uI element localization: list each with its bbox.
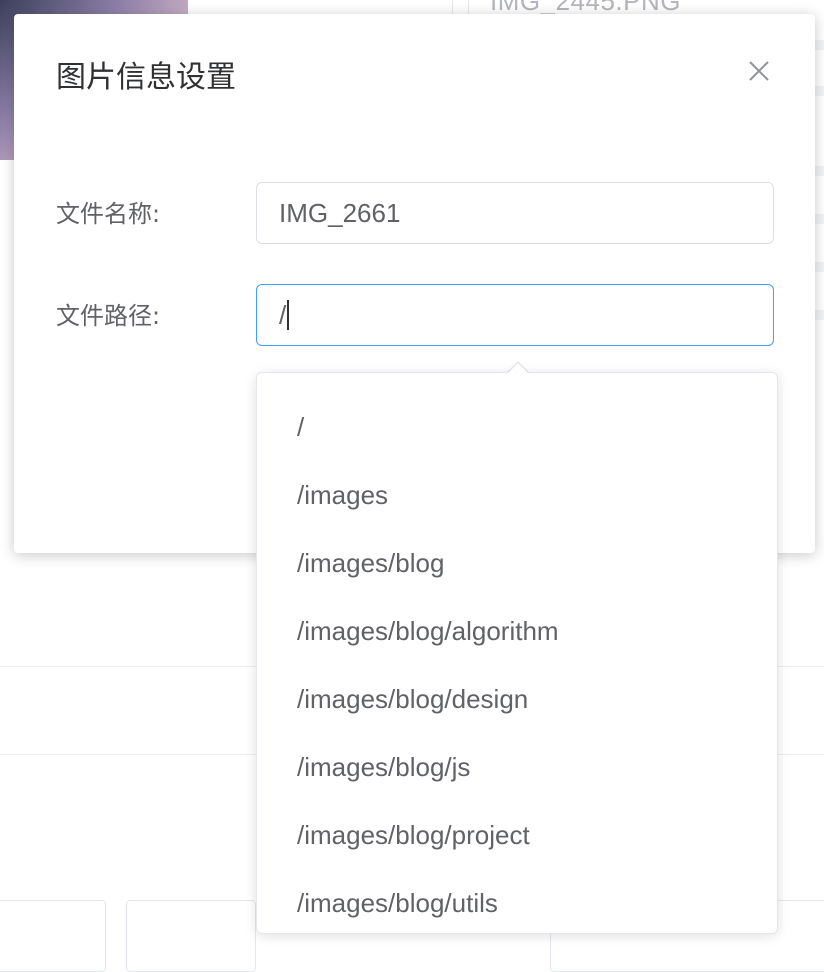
path-suggestions-dropdown: / /images /images/blog /images/blog/algo… (256, 372, 778, 934)
file-name-label: 文件名称: (56, 200, 161, 228)
divider (778, 666, 824, 667)
suggestion-item[interactable]: / (257, 393, 777, 461)
divider (814, 310, 824, 320)
suggestion-item[interactable]: /images/blog/algorithm (257, 597, 777, 665)
dropdown-arrow-fill (507, 363, 529, 374)
suggestion-item[interactable]: /images/blog/utils (257, 869, 777, 933)
divider (778, 754, 824, 755)
file-name-value: IMG_2661 (279, 198, 401, 228)
suggestion-list: / /images /images/blog /images/blog/algo… (257, 373, 777, 933)
divider (814, 262, 824, 272)
file-name-input[interactable]: IMG_2661 (256, 182, 774, 244)
image-card[interactable] (0, 900, 106, 972)
suggestion-item[interactable]: /images/blog (257, 529, 777, 597)
divider (814, 214, 824, 224)
image-card[interactable] (126, 900, 256, 972)
divider (814, 86, 824, 96)
suggestion-item[interactable]: /images/blog/project (257, 801, 777, 869)
divider (814, 166, 824, 176)
file-path-value: / (279, 300, 287, 330)
suggestion-item[interactable]: /images (257, 461, 777, 529)
text-caret (287, 300, 290, 331)
divider (0, 666, 256, 667)
close-icon[interactable] (746, 58, 772, 84)
suggestion-item[interactable]: /images/blog/js (257, 733, 777, 801)
file-path-label: 文件路径: (56, 302, 161, 330)
suggestion-item[interactable]: /images/blog/design (257, 665, 777, 733)
divider (0, 754, 256, 755)
divider (814, 40, 824, 50)
dialog-title: 图片信息设置 (56, 60, 236, 95)
file-path-input[interactable]: / (256, 284, 774, 346)
